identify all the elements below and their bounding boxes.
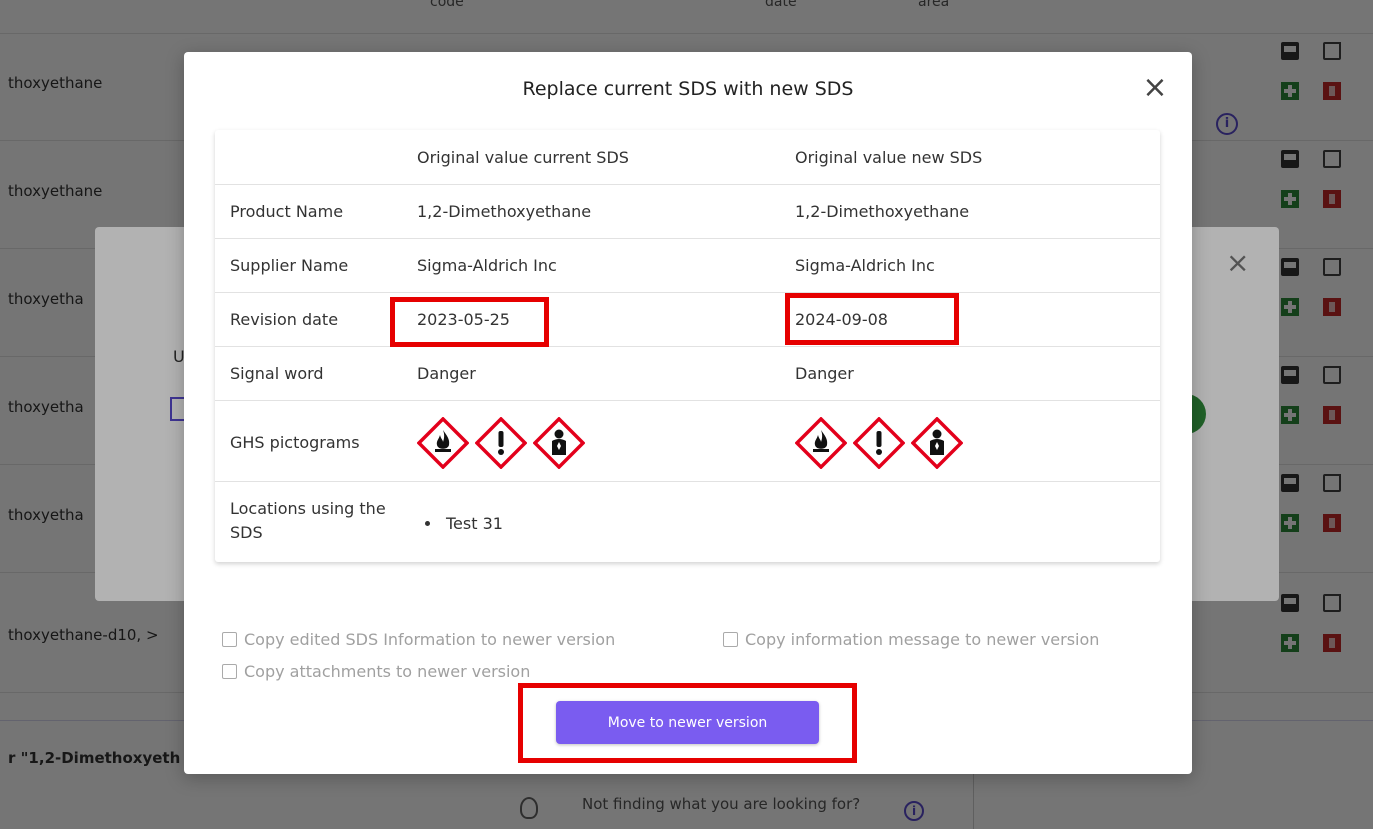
column-header-new: Original value new SDS [795, 148, 983, 167]
table-row-revision-date: Revision date 2023-05-25 2024-09-08 [215, 293, 1160, 347]
row-label: Signal word [230, 364, 324, 383]
checkbox-label: Copy information message to newer versio… [745, 630, 1100, 649]
copy-edited-checkbox[interactable]: Copy edited SDS Information to newer ver… [222, 630, 615, 649]
new-value: 2024-09-08 [795, 310, 888, 329]
table-row-supplier-name: Supplier Name Sigma-Aldrich Inc Sigma-Al… [215, 239, 1160, 293]
flame-pictogram-icon [417, 417, 469, 469]
table-header-row: Original value current SDS Original valu… [215, 130, 1160, 185]
dialog-title: Replace current SDS with new SDS [522, 78, 854, 100]
checkbox-label: Copy attachments to newer version [244, 662, 531, 681]
current-value: 1,2-Dimethoxyethane [417, 202, 592, 221]
comparison-table: Original value current SDS Original valu… [215, 130, 1160, 562]
checkbox-icon[interactable] [222, 632, 237, 647]
row-label: Locations using the SDS [230, 499, 386, 542]
checkbox-label: Copy edited SDS Information to newer ver… [244, 630, 616, 649]
health-hazard-pictogram-icon [533, 417, 585, 469]
new-value: Danger [795, 364, 854, 383]
move-to-newer-version-button[interactable]: Move to newer version [556, 701, 819, 744]
replace-sds-dialog: Replace current SDS with new SDS × Origi… [184, 52, 1192, 774]
new-pictograms [795, 417, 963, 469]
locations-list: Test 31 [424, 514, 503, 533]
checkbox-icon[interactable] [222, 664, 237, 679]
exclamation-pictogram-icon [853, 417, 905, 469]
list-item: Test 31 [442, 514, 503, 533]
flame-pictogram-icon [795, 417, 847, 469]
current-value: Danger [417, 364, 476, 383]
row-label: Product Name [230, 202, 344, 221]
exclamation-pictogram-icon [475, 417, 527, 469]
close-icon[interactable]: × [1142, 73, 1168, 103]
row-label: Revision date [230, 310, 339, 329]
health-hazard-pictogram-icon [911, 417, 963, 469]
copy-attachments-checkbox[interactable]: Copy attachments to newer version [222, 662, 530, 681]
current-value: Sigma-Aldrich Inc [417, 256, 557, 275]
column-header-current: Original value current SDS [417, 148, 629, 167]
row-label: Supplier Name [230, 256, 349, 275]
checkbox-icon[interactable] [723, 632, 738, 647]
table-row-locations: Locations using the SDS Test 31 [215, 482, 1160, 562]
table-row-product-name: Product Name 1,2-Dimethoxyethane 1,2-Dim… [215, 185, 1160, 239]
table-row-ghs-pictograms: GHS pictograms [215, 401, 1160, 482]
current-value: 2023-05-25 [417, 310, 510, 329]
row-label: GHS pictograms [230, 433, 360, 452]
table-row-signal-word: Signal word Danger Danger [215, 347, 1160, 401]
new-value: 1,2-Dimethoxyethane [795, 202, 970, 221]
current-pictograms [417, 417, 585, 469]
new-value: Sigma-Aldrich Inc [795, 256, 935, 275]
copy-info-message-checkbox[interactable]: Copy information message to newer versio… [723, 630, 1099, 649]
